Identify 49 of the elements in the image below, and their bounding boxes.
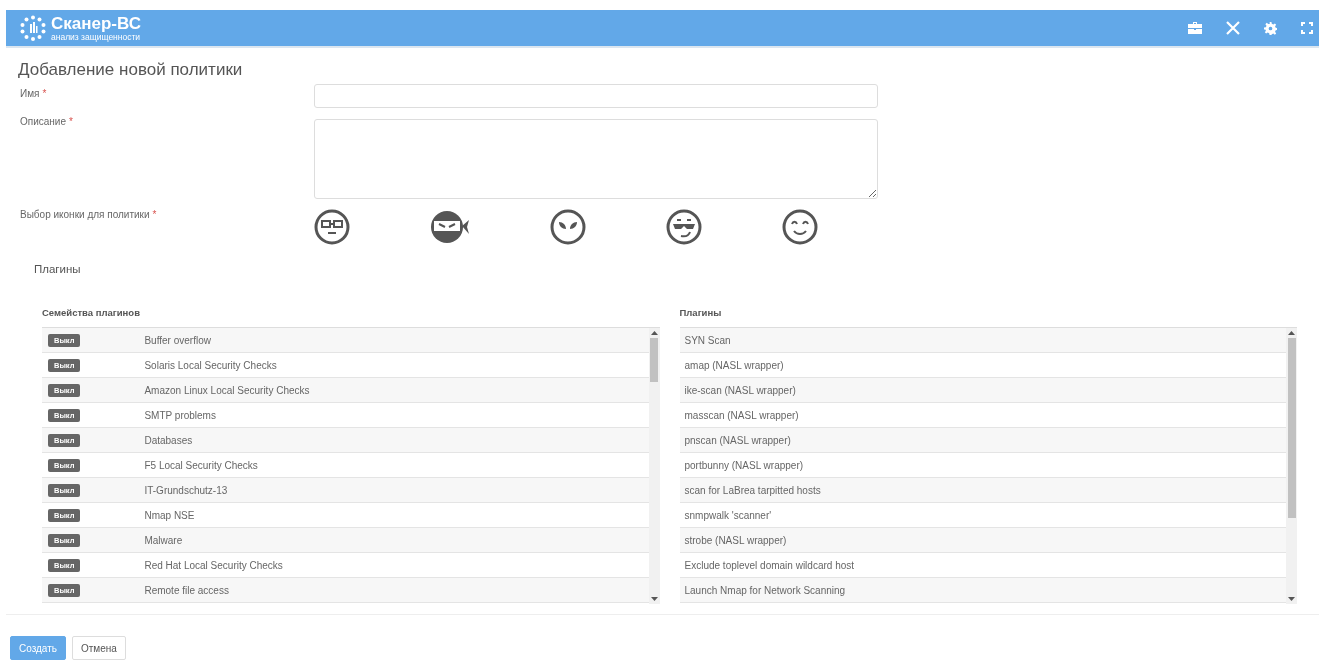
plugin-row[interactable]: strobe (NASL wrapper) bbox=[679, 528, 1286, 553]
family-name: Amazon Linux Local Security Checks bbox=[144, 384, 310, 396]
family-name: Nmap NSE bbox=[144, 509, 195, 521]
family-name: IT-Grundschutz-13 bbox=[144, 484, 228, 496]
logo-title: Сканер-ВС bbox=[51, 14, 141, 32]
required-mark: * bbox=[42, 88, 47, 99]
family-name: F5 Local Security Checks bbox=[144, 459, 258, 471]
plugin-row[interactable]: SYN Scan bbox=[679, 328, 1286, 353]
family-name: Red Hat Local Security Checks bbox=[144, 559, 283, 571]
sunglasses-face-icon[interactable] bbox=[666, 209, 702, 245]
scroll-thumb[interactable] bbox=[650, 338, 658, 382]
alien-face-icon[interactable] bbox=[550, 209, 586, 245]
scrollbar[interactable] bbox=[1286, 328, 1297, 604]
field-label: Описание bbox=[20, 116, 66, 127]
required-mark: * bbox=[69, 116, 73, 127]
plugin-row[interactable]: Launch Nmap for Network Scanning bbox=[679, 578, 1286, 603]
briefcase-icon[interactable] bbox=[1188, 22, 1202, 34]
nerd-face-icon[interactable] bbox=[314, 209, 350, 245]
scrollbar[interactable] bbox=[648, 328, 660, 604]
scroll-up-icon[interactable] bbox=[1288, 331, 1295, 335]
plugin-row[interactable]: pnscan (NASL wrapper) bbox=[679, 428, 1286, 453]
column-heading: Семейства плагинов bbox=[42, 307, 141, 320]
ninja-face-icon[interactable] bbox=[430, 209, 470, 245]
family-name: Remote file access bbox=[144, 584, 229, 596]
scroll-down-icon[interactable] bbox=[1288, 597, 1295, 601]
family-name: Solaris Local Security Checks bbox=[144, 359, 277, 371]
page-title: Добавление новой политики bbox=[18, 60, 244, 80]
scroll-thumb[interactable] bbox=[1287, 338, 1296, 518]
scroll-up-icon[interactable] bbox=[650, 331, 658, 335]
plugin-row[interactable]: scan for LaBrea tarpitted hosts bbox=[679, 478, 1286, 503]
column-heading: Плагины bbox=[679, 307, 723, 320]
field-label: Имя bbox=[20, 88, 40, 99]
family-name: Buffer overflow bbox=[144, 334, 211, 346]
family-name: SMTP problems bbox=[144, 409, 216, 421]
logo-subtitle: анализ защищенности bbox=[51, 32, 141, 42]
family-name: Malware bbox=[144, 534, 183, 546]
description-field[interactable] bbox=[314, 119, 878, 199]
logo-icon bbox=[20, 15, 46, 41]
family-name: Databases bbox=[144, 434, 193, 446]
fullscreen-icon[interactable] bbox=[1301, 22, 1313, 34]
settings-icon[interactable] bbox=[1264, 21, 1277, 35]
plugin-row[interactable]: ike-scan (NASL wrapper) bbox=[679, 378, 1286, 403]
section-title: Плагины bbox=[34, 263, 82, 275]
scroll-down-icon[interactable] bbox=[650, 597, 658, 601]
required-mark: * bbox=[152, 209, 157, 220]
cancel-button[interactable]: Отмена bbox=[72, 636, 126, 660]
smiley-face-icon[interactable] bbox=[782, 209, 818, 245]
name-field[interactable] bbox=[314, 84, 878, 108]
field-label: Выбор иконки для политики bbox=[20, 209, 150, 220]
